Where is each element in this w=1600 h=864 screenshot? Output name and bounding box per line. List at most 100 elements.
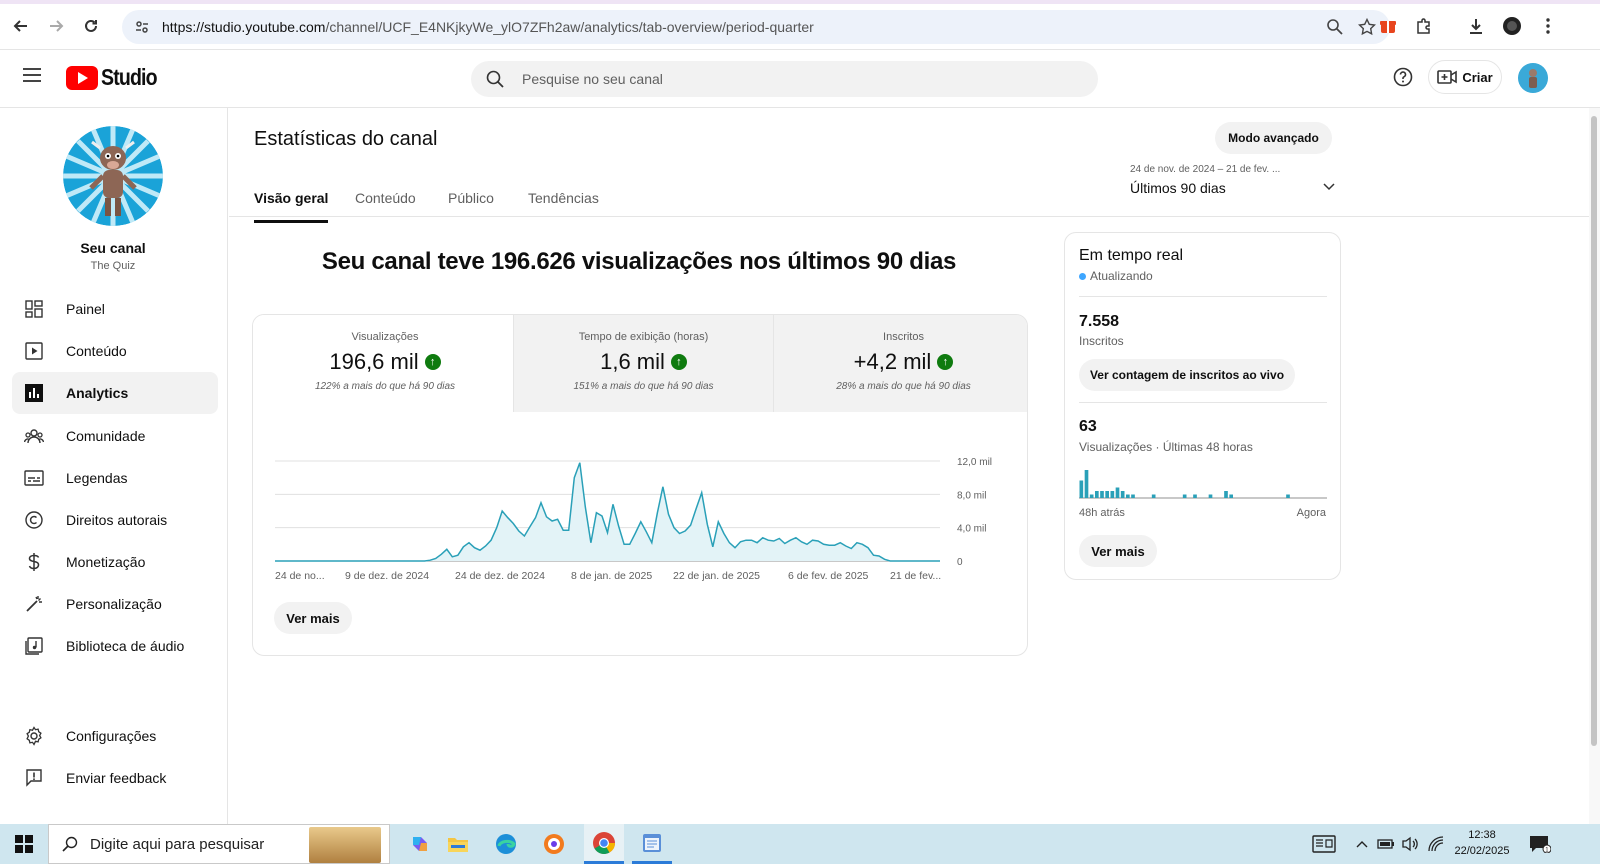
site-info-icon[interactable] — [134, 19, 150, 35]
arrow-up-icon: ↑ — [670, 354, 687, 370]
chrome-icon — [593, 832, 615, 854]
live-count-button[interactable]: Ver contagem de inscritos ao vivo — [1079, 359, 1295, 391]
metric-subscribers[interactable]: Inscritos +4,2 mil ↑ 28% a mais do que há… — [773, 315, 1027, 412]
realtime-bar — [1110, 491, 1115, 498]
sidebar-item-conteudo[interactable]: Conteúdo — [12, 330, 218, 372]
channel-mascot-image — [63, 126, 163, 226]
notepad-icon — [643, 834, 661, 852]
help-icon[interactable] — [1393, 67, 1413, 92]
analytics-main: Estatísticas do canal Modo avançado Visã… — [229, 108, 1589, 824]
metric-watch-time[interactable]: Tempo de exibição (horas) 1,6 mil ↑ 151% … — [513, 315, 773, 412]
channel-avatar[interactable] — [63, 126, 163, 226]
forward-icon[interactable] — [44, 14, 68, 38]
chevron-down-icon — [1323, 178, 1335, 196]
back-icon[interactable] — [9, 14, 33, 38]
create-button[interactable]: Criar — [1428, 60, 1502, 94]
realtime-views-value: 63 — [1079, 418, 1097, 435]
studio-header: Studio Pesquise no seu canal Criar — [0, 50, 1600, 108]
realtime-bar — [1079, 480, 1084, 498]
realtime-status: Atualizando — [1079, 269, 1153, 283]
profile-avatar-icon[interactable] — [1500, 14, 1524, 38]
battery-icon[interactable] — [1374, 828, 1398, 860]
realtime-bar — [1100, 491, 1104, 498]
sidebar-item-painel[interactable]: Painel — [12, 288, 218, 330]
realtime-axis-start: 48h atrás — [1079, 507, 1125, 519]
sidebar-item-analytics[interactable]: Analytics — [12, 372, 218, 414]
realtime-bar — [1151, 494, 1156, 498]
period-label: Últimos 90 dias — [1130, 180, 1226, 196]
volume-icon[interactable] — [1398, 828, 1422, 860]
date-range-selector[interactable]: 24 de nov. de 2024 – 21 de fev. ... Últi… — [1130, 164, 1335, 204]
scrollbar-thumb[interactable] — [1591, 116, 1597, 746]
browser-menu-icon[interactable] — [1536, 14, 1560, 38]
metric-views[interactable]: Visualizações 196,6 mil ↑ 122% a mais do … — [253, 315, 517, 412]
extension-gift-icon[interactable] — [1376, 14, 1400, 38]
metric-title: Inscritos — [883, 331, 924, 343]
zoom-icon[interactable] — [1326, 18, 1344, 41]
chrome-taskbar-button[interactable] — [584, 824, 624, 864]
sidebar-item-monetizacao[interactable]: Monetização — [12, 541, 218, 583]
realtime-bar — [1105, 491, 1109, 498]
sidebar-item-direitos-autorais[interactable]: Direitos autorais — [12, 499, 218, 541]
y-tick-label: 4,0 mil — [957, 524, 986, 535]
search-highlight-image — [309, 827, 381, 863]
see-more-button[interactable]: Ver mais — [274, 602, 352, 634]
views-chart[interactable]: 12,0 mil 8,0 mil 4,0 mil 0 24 de no... 9 de d… — [253, 445, 1028, 635]
bookmark-star-icon[interactable] — [1357, 17, 1377, 41]
extensions-puzzle-icon[interactable] — [1412, 14, 1436, 38]
brave-vpn-icon[interactable] — [536, 828, 572, 860]
sidebar-item-label: Biblioteca de áudio — [66, 638, 185, 654]
realtime-bar — [1084, 470, 1089, 498]
advanced-mode-button[interactable]: Modo avançado — [1215, 122, 1332, 154]
sidebar-item-label: Direitos autorais — [66, 512, 168, 528]
notifications-icon[interactable]: 1 — [1522, 828, 1558, 860]
file-explorer-icon[interactable] — [440, 828, 476, 860]
search-icon — [486, 70, 504, 88]
tab-visao-geral[interactable]: Visão geral — [254, 190, 329, 223]
taskbar-clock[interactable]: 12:38 22/02/2025 — [1450, 827, 1514, 859]
content-icon — [22, 339, 46, 363]
sidebar-item-enviar-feedback[interactable]: Enviar feedback — [12, 757, 218, 799]
windows-start-icon[interactable] — [6, 828, 42, 860]
copilot-icon[interactable] — [402, 828, 438, 860]
date-range-text: 24 de nov. de 2024 – 21 de fev. ... — [1130, 164, 1281, 175]
news-widget-icon[interactable] — [1306, 828, 1342, 860]
realtime-see-more-button[interactable]: Ver mais — [1079, 535, 1157, 567]
edge-browser-icon[interactable] — [488, 828, 524, 860]
reload-icon[interactable] — [79, 14, 103, 38]
y-tick-label: 12,0 mil — [957, 457, 992, 468]
taskbar-search-box[interactable]: Digite aqui para pesquisar — [48, 824, 390, 864]
metric-comparison: 122% a mais do que há 90 dias — [314, 381, 456, 392]
realtime-bar — [1120, 491, 1125, 498]
sidebar-item-label: Configurações — [66, 728, 157, 744]
hamburger-menu-icon[interactable] — [22, 67, 42, 88]
sidebar-item-configuracoes[interactable]: Configurações — [12, 715, 218, 757]
metric-title: Visualizações — [351, 331, 419, 343]
page-scrollbar[interactable] — [1589, 108, 1600, 824]
sidebar-item-label: Personalização — [66, 596, 162, 612]
sidebar-item-legendas[interactable]: Legendas — [12, 457, 218, 499]
channel-search-box[interactable]: Pesquise no seu canal — [471, 61, 1098, 97]
account-avatar[interactable] — [1518, 63, 1548, 93]
wifi-icon[interactable] — [1424, 828, 1448, 860]
tabs-divider — [229, 216, 1589, 217]
realtime-bar-chart[interactable] — [1079, 466, 1327, 500]
sidebar-item-biblioteca-de-audio[interactable]: Biblioteca de áudio — [12, 625, 218, 667]
notepad-taskbar-button[interactable] — [632, 824, 672, 864]
realtime-bar — [1182, 494, 1187, 498]
dashboard-icon — [22, 297, 46, 321]
sidebar-item-personalizacao[interactable]: Personalização — [12, 583, 218, 625]
channel-name: The Quiz — [90, 260, 136, 272]
create-label: Criar — [1462, 69, 1493, 85]
page-title: Estatísticas do canal — [254, 128, 438, 150]
metric-value: 1,6 mil — [600, 349, 665, 374]
sidebar-item-label: Comunidade — [66, 428, 146, 444]
tray-chevron-up-icon[interactable] — [1352, 828, 1372, 860]
downloads-icon[interactable] — [1464, 14, 1488, 38]
sidebar-item-label: Painel — [66, 301, 105, 317]
sidebar-item-comunidade[interactable]: Comunidade — [12, 415, 218, 457]
studio-logo[interactable]: Studio — [66, 64, 167, 91]
sidebar-item-label: Enviar feedback — [66, 770, 167, 786]
address-bar[interactable]: https://studio.youtube.com/channel/UCF_E… — [122, 10, 1390, 44]
y-tick-label: 0 — [957, 557, 963, 568]
